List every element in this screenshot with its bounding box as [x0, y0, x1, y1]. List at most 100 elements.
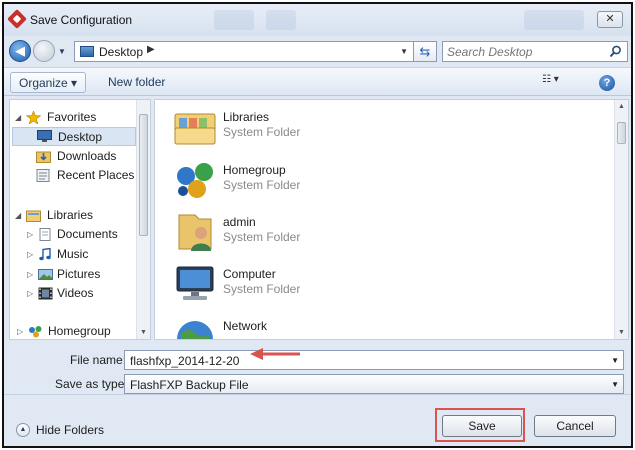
network-icon	[177, 321, 213, 339]
forward-button[interactable]	[33, 40, 55, 62]
desktop-icon	[80, 46, 94, 57]
sidebar-label: Desktop	[58, 130, 103, 144]
homegroup-icon	[177, 163, 213, 198]
help-button[interactable]: ?	[599, 75, 615, 91]
sidebar-item-downloads[interactable]: Downloads	[10, 147, 138, 166]
videos-icon	[38, 287, 53, 300]
sidebar-label: Videos	[57, 286, 94, 300]
item-name: admin	[223, 215, 256, 229]
file-name-label: File name:	[70, 353, 127, 367]
sidebar-item-music[interactable]: ▷ Music	[10, 245, 138, 264]
save-type-dropdown-icon[interactable]: ▼	[611, 380, 619, 389]
search-box[interactable]	[442, 41, 628, 62]
list-item[interactable]: Homegroup System Folder	[171, 157, 591, 209]
back-button[interactable]: ◀	[9, 40, 31, 62]
change-view-button[interactable]: ☷ ▾	[542, 74, 576, 91]
sidebar-label: Pictures	[57, 267, 101, 281]
file-list-scrollbar[interactable]: ▲ ▼	[614, 100, 628, 339]
item-name: Libraries	[223, 110, 270, 124]
save-type-select[interactable]: FlashFXP Backup File ▼	[124, 374, 624, 394]
homegroup-icon	[29, 326, 42, 338]
scroll-down-icon[interactable]: ▼	[618, 329, 625, 336]
item-name: Computer	[223, 267, 276, 281]
sidebar-item-favorites[interactable]: ◢ Favorites	[10, 108, 138, 127]
collapsed-icon[interactable]: ▷	[27, 265, 33, 284]
item-type: System Folder	[223, 178, 301, 192]
file-list: Libraries System Folder Homegroup System…	[154, 99, 629, 340]
recent-places-icon	[36, 169, 50, 182]
scroll-down-icon[interactable]: ▼	[140, 329, 147, 336]
close-button[interactable]: ✕	[597, 11, 623, 28]
collapsed-icon[interactable]: ▷	[27, 245, 33, 264]
music-icon	[39, 248, 51, 261]
annotation-arrow-icon	[250, 348, 300, 360]
collapsed-icon[interactable]: ▷	[17, 322, 23, 339]
navigation-scrollbar[interactable]: ▼	[136, 100, 150, 339]
dialog-footer: ▲ Hide Folders Save Cancel	[4, 394, 631, 446]
list-item[interactable]: Network	[171, 313, 591, 339]
sidebar-item-recent-places[interactable]: Recent Places	[10, 166, 138, 185]
window-title: Save Configuration	[30, 13, 133, 27]
save-button[interactable]: Save	[442, 415, 522, 437]
downloads-folder-icon	[36, 151, 51, 163]
save-dialog: Save Configuration ✕ ◀ ▼ Desktop ▶ ▼ ⇆ O…	[2, 2, 633, 448]
item-type: System Folder	[223, 125, 301, 139]
collapsed-icon[interactable]: ▷	[27, 225, 33, 244]
item-name: Network	[223, 319, 268, 333]
expanded-icon[interactable]: ◢	[15, 206, 21, 225]
list-item[interactable]: Libraries System Folder	[171, 104, 591, 156]
sidebar-label: Music	[57, 247, 89, 261]
sidebar-label: Libraries	[47, 208, 94, 222]
sidebar-label: Documents	[57, 227, 118, 241]
item-name: Homegroup	[223, 163, 286, 177]
file-name-input[interactable]	[130, 353, 590, 368]
save-type-value[interactable]: FlashFXP Backup File	[130, 378, 249, 392]
sidebar-item-libraries[interactable]: ◢ Libraries	[10, 206, 138, 225]
search-input[interactable]	[447, 44, 605, 60]
address-dropdown-icon[interactable]: ▼	[400, 47, 408, 56]
ghost-toolbar-decor	[266, 10, 296, 30]
expanded-icon[interactable]: ◢	[15, 108, 21, 127]
list-item[interactable]: Computer System Folder	[171, 261, 591, 313]
file-name-combobox[interactable]: ▼	[124, 350, 624, 370]
sidebar-label: Recent Places	[57, 168, 135, 182]
address-bar[interactable]: Desktop ▶ ▼	[74, 41, 414, 62]
hide-folders-button[interactable]: Hide Folders	[36, 423, 104, 437]
search-icon[interactable]	[609, 45, 622, 58]
scrollbar-thumb[interactable]	[139, 114, 148, 236]
scrollbar-thumb[interactable]	[617, 122, 626, 144]
organize-button[interactable]: Organize ▾	[10, 72, 87, 93]
sidebar-item-pictures[interactable]: ▷ Pictures	[10, 265, 138, 284]
libraries-icon	[26, 210, 41, 222]
address-location[interactable]: Desktop	[99, 45, 143, 59]
desktop-icon	[37, 130, 52, 142]
address-separator-icon[interactable]: ▶	[147, 44, 155, 55]
sidebar-label: Homegroup	[48, 324, 111, 338]
pictures-icon	[38, 269, 53, 280]
collapsed-icon[interactable]: ▷	[27, 284, 33, 303]
new-folder-button[interactable]: New folder	[100, 72, 173, 93]
documents-icon	[39, 228, 51, 241]
computer-icon	[176, 266, 214, 300]
user-folder-icon	[178, 214, 212, 251]
command-bar: Organize ▾ New folder ☷ ▾ ?	[4, 67, 631, 96]
scroll-up-icon[interactable]: ▲	[618, 103, 625, 110]
save-type-label: Save as type:	[55, 377, 128, 391]
star-icon	[26, 111, 41, 124]
sidebar-item-videos[interactable]: ▷ Videos	[10, 284, 138, 303]
recent-pages-chevron-icon[interactable]: ▼	[58, 47, 66, 56]
ghost-toolbar-decor	[214, 10, 254, 30]
sidebar-item-homegroup[interactable]: ▷ Homegroup	[10, 322, 138, 339]
navigation-pane: ◢ Favorites Desktop Downloads Recent Pla…	[9, 99, 151, 340]
cancel-button[interactable]: Cancel	[534, 415, 616, 437]
sidebar-label: Downloads	[57, 149, 117, 163]
file-name-dropdown-icon[interactable]: ▼	[611, 356, 619, 365]
sidebar-item-documents[interactable]: ▷ Documents	[10, 225, 138, 244]
refresh-button[interactable]: ⇆	[413, 41, 437, 62]
item-type: System Folder	[223, 282, 301, 296]
chevron-up-icon[interactable]: ▲	[16, 423, 30, 437]
app-icon	[7, 9, 27, 29]
ghost-toolbar-decor	[524, 10, 584, 30]
sidebar-item-desktop[interactable]: Desktop	[12, 127, 136, 146]
list-item[interactable]: admin System Folder	[171, 209, 591, 261]
